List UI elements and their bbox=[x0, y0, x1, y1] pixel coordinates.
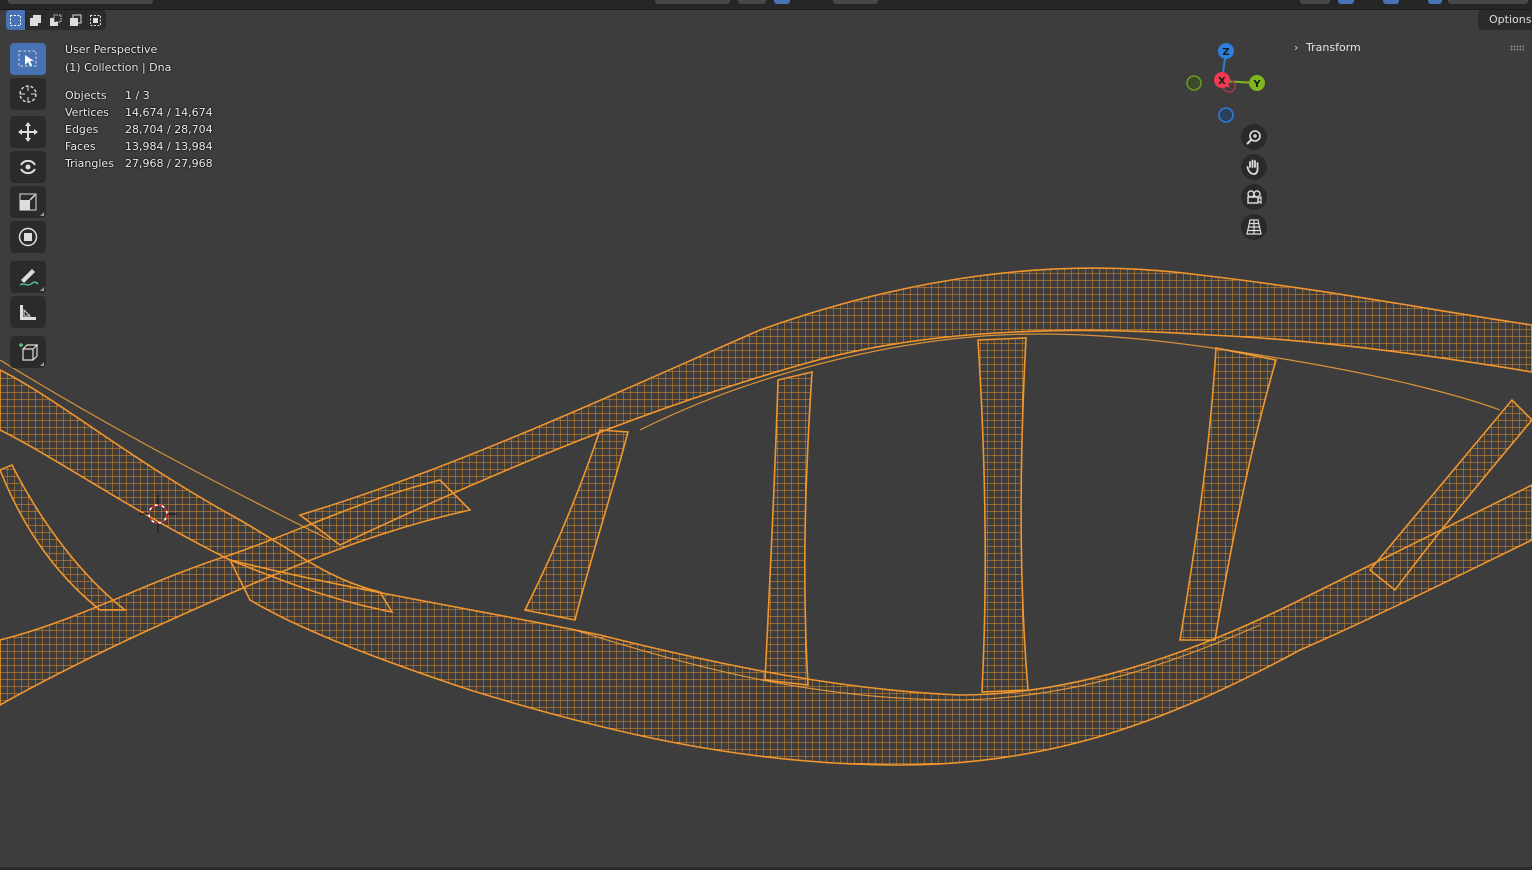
annotate-icon bbox=[19, 269, 39, 286]
perspective-label: User Perspective bbox=[65, 43, 158, 56]
x-axis-label: X bbox=[1218, 76, 1226, 87]
select-intersect-icon[interactable] bbox=[86, 10, 106, 30]
stat-value: 28,704 / 28,704 bbox=[125, 123, 213, 136]
zoom-icon bbox=[1246, 130, 1261, 145]
header-overlay-chip[interactable] bbox=[1300, 0, 1330, 4]
select-mode-group bbox=[6, 10, 106, 30]
y-axis-label: Y bbox=[1252, 79, 1261, 90]
stat-label: Triangles bbox=[65, 157, 114, 170]
neg-z-handle[interactable] bbox=[1218, 107, 1234, 123]
header-wire-chip[interactable] bbox=[1428, 0, 1442, 4]
annotate-tool[interactable] bbox=[10, 261, 46, 293]
stat-value: 27,968 / 27,968 bbox=[125, 157, 213, 170]
stat-value: 1 / 3 bbox=[125, 89, 150, 102]
header-shading-chip[interactable] bbox=[738, 0, 766, 4]
rotate-tool[interactable] bbox=[10, 151, 46, 183]
select-box-icon bbox=[18, 50, 37, 67]
z-axis-label: Z bbox=[1222, 47, 1229, 58]
select-subtract-icon[interactable] bbox=[46, 10, 66, 30]
strand-lower bbox=[228, 484, 1532, 766]
perspective-toggle-button[interactable] bbox=[1241, 214, 1267, 240]
pan-button[interactable] bbox=[1241, 154, 1267, 180]
select-invert-icon[interactable] bbox=[66, 10, 86, 30]
navigation-gizmo[interactable]: Z Y X bbox=[1178, 40, 1278, 130]
stat-value: 13,984 / 13,984 bbox=[125, 140, 213, 153]
stat-row-edges: Edges 28,704 / 28,704 bbox=[65, 121, 213, 138]
scale-icon bbox=[19, 193, 37, 211]
transform-tool[interactable] bbox=[10, 221, 46, 253]
header-shading-solid-chip[interactable] bbox=[1383, 0, 1399, 4]
stat-row-vertices: Vertices 14,674 / 14,674 bbox=[65, 104, 213, 121]
header-strip bbox=[0, 0, 1532, 10]
strand-upper bbox=[298, 267, 1532, 546]
header-toggle-chip[interactable] bbox=[774, 0, 790, 4]
measure-icon bbox=[20, 305, 36, 320]
add-cube-icon bbox=[19, 343, 39, 361]
cursor-icon bbox=[19, 85, 37, 103]
select-extend-icon[interactable] bbox=[26, 10, 46, 30]
transform-icon bbox=[18, 227, 38, 247]
scene-statistics: Objects 1 / 3 Vertices 14,674 / 14,674 Edg… bbox=[65, 87, 213, 172]
neg-y-handle[interactable] bbox=[1186, 75, 1202, 91]
camera-view-button[interactable] bbox=[1241, 184, 1267, 210]
rung-4 bbox=[1179, 347, 1278, 641]
measure-tool[interactable] bbox=[10, 296, 46, 328]
stat-row-faces: Faces 13,984 / 13,984 bbox=[65, 138, 213, 155]
cursor-tool[interactable] bbox=[10, 78, 46, 110]
dna-wireframe-mesh[interactable] bbox=[0, 0, 1532, 870]
scale-tool[interactable] bbox=[10, 186, 46, 218]
rung-3 bbox=[977, 337, 1029, 693]
transform-panel-header[interactable]: › Transform bbox=[1286, 38, 1532, 58]
stat-value: 14,674 / 14,674 bbox=[125, 106, 213, 119]
hand-icon bbox=[1246, 159, 1259, 175]
options-button[interactable]: Options bbox=[1478, 10, 1532, 30]
header-xray-chip[interactable] bbox=[1338, 0, 1354, 4]
viewport-overlay-text: User Perspective (1) Collection | Dna Ob… bbox=[65, 41, 213, 172]
transform-panel-label: Transform bbox=[1306, 41, 1361, 54]
rotate-icon bbox=[20, 159, 36, 175]
drag-grip-icon[interactable] bbox=[1510, 45, 1524, 51]
stat-label: Edges bbox=[65, 123, 99, 136]
header-menu-chip[interactable] bbox=[8, 0, 153, 4]
chevron-right-icon: › bbox=[1294, 41, 1299, 54]
select-new-icon[interactable] bbox=[6, 10, 26, 30]
stat-label: Faces bbox=[65, 140, 96, 153]
collection-label: (1) Collection | Dna bbox=[65, 61, 172, 74]
move-tool[interactable] bbox=[10, 116, 46, 148]
select-box-tool[interactable] bbox=[10, 43, 46, 75]
stat-label: Vertices bbox=[65, 106, 109, 119]
header-mode-chip[interactable] bbox=[655, 0, 730, 4]
stat-row-triangles: Triangles 27,968 / 27,968 bbox=[65, 155, 213, 172]
move-icon bbox=[18, 122, 38, 142]
add-cube-tool[interactable] bbox=[10, 336, 46, 368]
stat-label: Objects bbox=[65, 89, 107, 102]
zoom-button[interactable] bbox=[1241, 124, 1267, 150]
rung-1 bbox=[523, 429, 630, 621]
header-proportional-chip[interactable] bbox=[833, 0, 878, 4]
stat-row-objects: Objects 1 / 3 bbox=[65, 87, 213, 104]
header-viewport-shading-chip[interactable] bbox=[1448, 0, 1528, 4]
3d-viewport[interactable]: Options User Perspective (1) Collection … bbox=[0, 0, 1532, 870]
grid-perspective-icon bbox=[1246, 219, 1262, 235]
camera-icon bbox=[1247, 190, 1262, 205]
rung-2 bbox=[764, 370, 813, 686]
